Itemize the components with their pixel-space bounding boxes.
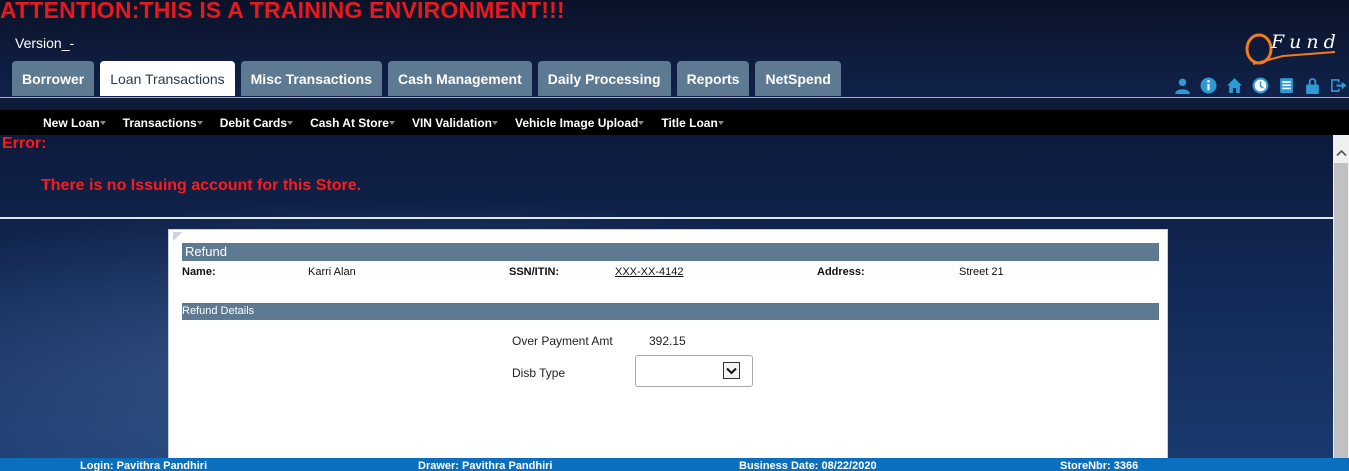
chevron-down-icon — [491, 121, 498, 126]
header-icon-bar — [1172, 75, 1348, 95]
chevron-down-icon[interactable] — [723, 362, 740, 379]
name-label: Name: — [182, 266, 216, 278]
chevron-down-icon — [388, 121, 395, 126]
footer-store: StoreNbr: 3366 — [1060, 460, 1139, 471]
subnav-label: New Loan — [43, 115, 100, 130]
content-divider — [0, 217, 1333, 219]
chevron-down-icon — [287, 121, 294, 126]
main-tabs: Borrower Loan Transactions Misc Transact… — [12, 61, 841, 96]
tab-loan-transactions[interactable]: Loan Transactions — [100, 61, 235, 96]
clock-icon[interactable] — [1250, 75, 1270, 95]
tab-netspend[interactable]: NetSpend — [755, 61, 841, 96]
error-message: There is no Issuing account for this Sto… — [41, 177, 362, 194]
chevron-down-icon — [99, 121, 106, 126]
overpayment-value: 392.15 — [649, 334, 686, 348]
chevron-down-icon — [638, 121, 645, 126]
version-label: Version_- — [15, 35, 75, 51]
name-value: Karri Alan — [308, 266, 356, 278]
address-value: Street 21 — [959, 266, 1004, 278]
address-label: Address: — [817, 266, 865, 278]
app-header: ATTENTION:THIS IS A TRAINING ENVIRONMENT… — [0, 0, 1349, 98]
chevron-down-icon — [196, 121, 203, 126]
panel-corner — [173, 232, 182, 241]
ssn-value[interactable]: XXX-XX-4142 — [615, 266, 683, 278]
subnav-label: Cash At Store — [310, 115, 389, 130]
main-content: Error: There is no Issuing account for t… — [0, 135, 1333, 461]
refund-details-header: Refund Details — [182, 303, 1159, 320]
error-label: Error: — [2, 135, 47, 152]
overpayment-label: Over Payment Amt — [512, 334, 613, 348]
lock-icon[interactable] — [1302, 75, 1322, 95]
subnav-spacer — [0, 98, 1349, 110]
footer-drawer: Drawer: Pavithra Pandhiri — [418, 460, 553, 471]
vertical-scrollbar[interactable] — [1333, 135, 1349, 461]
tab-reports[interactable]: Reports — [676, 61, 750, 96]
info-icon[interactable] — [1198, 75, 1218, 95]
footer-login: Login: Pavithra Pandhiri — [80, 460, 208, 471]
chevron-down-icon — [717, 121, 724, 126]
home-icon[interactable] — [1224, 75, 1244, 95]
subnav-cash-at-store[interactable]: Cash At Store — [310, 116, 395, 130]
scrollbar-thumb[interactable] — [1334, 163, 1348, 461]
subnav-label: Debit Cards — [219, 115, 288, 130]
tab-daily-processing[interactable]: Daily Processing — [537, 61, 671, 96]
list-icon[interactable] — [1276, 75, 1296, 95]
subnav-title-loan[interactable]: Title Loan — [661, 115, 724, 130]
qfund-logo: Fund — [1243, 30, 1343, 72]
refund-section-header: Refund — [182, 243, 1159, 261]
subnav-transactions[interactable]: Transactions — [123, 116, 203, 130]
scroll-up-icon[interactable] — [1333, 145, 1349, 161]
logo-text: Fund — [1270, 31, 1341, 53]
subnav-label: Vehicle Image Upload — [514, 115, 639, 130]
status-footer: Login: Pavithra Pandhiri Drawer: Pavithr… — [0, 458, 1349, 471]
tab-borrower[interactable]: Borrower — [12, 61, 95, 96]
subnav-label: VIN Validation — [411, 115, 492, 130]
tab-misc-transactions[interactable]: Misc Transactions — [240, 61, 383, 96]
disb-type-label: Disb Type — [512, 366, 566, 380]
footer-business-date: Business Date: 08/22/2020 — [739, 460, 877, 471]
subnav-label: Transactions — [122, 115, 197, 130]
training-banner: ATTENTION:THIS IS A TRAINING ENVIRONMENT… — [0, 0, 565, 23]
ssn-label: SSN/ITIN: — [509, 266, 560, 278]
subnav-debit-cards[interactable]: Debit Cards — [219, 115, 294, 130]
sub-navigation: New Loan Transactions Debit Cards Cash A… — [0, 110, 1349, 135]
refund-panel: Refund Name: Karri Alan SSN/ITIN: XXX-XX… — [168, 229, 1168, 461]
logout-icon[interactable] — [1328, 75, 1348, 95]
subnav-new-loan[interactable]: New Loan — [43, 116, 106, 130]
subnav-vin-validation[interactable]: VIN Validation — [412, 116, 498, 130]
user-icon[interactable] — [1172, 75, 1192, 95]
subnav-vehicle-image-upload[interactable]: Vehicle Image Upload — [514, 115, 645, 130]
disb-type-select[interactable] — [635, 355, 753, 387]
tab-cash-management[interactable]: Cash Management — [388, 61, 532, 96]
subnav-label: Title Loan — [661, 115, 718, 130]
